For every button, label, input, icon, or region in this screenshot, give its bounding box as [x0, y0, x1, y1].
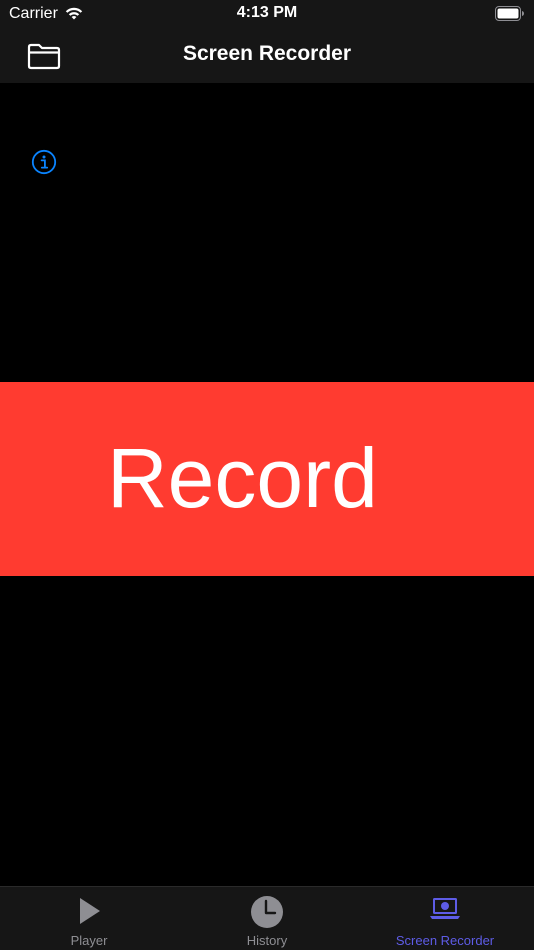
folder-icon: [27, 43, 61, 69]
tab-label-player: Player: [70, 933, 108, 948]
screen-recorder-icon: [430, 898, 460, 919]
status-bar: Carrier 4:13 PM: [0, 0, 534, 28]
tab-history[interactable]: History: [178, 887, 356, 950]
tab-label-screen-recorder: Screen Recorder: [395, 933, 495, 948]
page-title: Screen Recorder: [182, 42, 352, 65]
tab-label-history: History: [246, 933, 288, 948]
tab-bar: Player History Screen Recorder: [0, 886, 534, 950]
clock-icon: [251, 896, 283, 928]
record-label: Record: [107, 431, 378, 525]
screen: Carrier 4:13 PM Screen Recorder Record P…: [0, 0, 534, 950]
info-icon: [31, 149, 57, 175]
navigation-bar: Screen Recorder: [0, 28, 534, 83]
tab-screen-recorder[interactable]: Screen Recorder: [356, 887, 534, 950]
wifi-icon: [65, 7, 83, 20]
record-button[interactable]: Record: [0, 382, 534, 576]
folder-button[interactable]: [22, 36, 66, 76]
battery-icon: [495, 6, 524, 21]
carrier-label: Carrier: [9, 5, 58, 22]
tab-player[interactable]: Player: [0, 887, 178, 950]
info-button[interactable]: [31, 149, 57, 175]
play-icon: [80, 898, 100, 924]
